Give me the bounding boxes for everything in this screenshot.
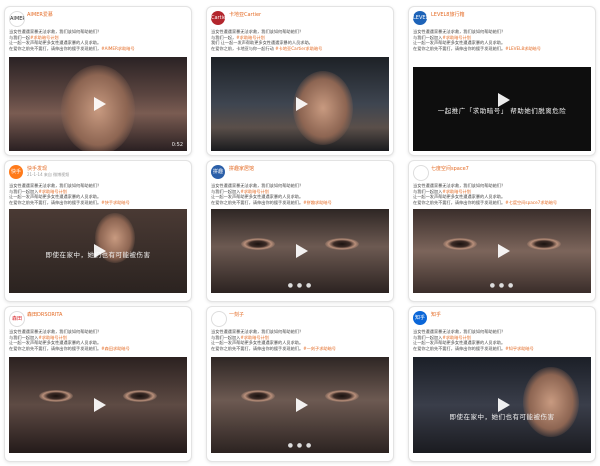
hashtag-link[interactable]: #知乎求助暗号	[505, 346, 534, 351]
post-line: 在爱你之前先不要打，请伸出你的援手发现她们。#快手求助暗号	[9, 199, 130, 205]
post-card-pinqu[interactable]: 拼趣 拼趣家居馆 当女性遭遇家暴无法求救，我们该如何帮助她们？ 与我们一起加入#…	[206, 160, 394, 302]
avatar[interactable]: 拼趣	[211, 165, 225, 179]
post-line: 在爱你之前，卡地亚与你一起行动 #卡地亚Cartier求助暗号	[211, 45, 323, 51]
username[interactable]: 拼趣家居馆	[229, 165, 254, 172]
hashtag-link[interactable]: #七度空间space7求助暗号	[505, 200, 557, 205]
video-player[interactable]	[9, 357, 187, 453]
hashtag-link[interactable]: #求助暗号计划	[442, 35, 471, 40]
avatar[interactable]	[413, 165, 429, 181]
username[interactable]: LEVEL8旅行箱	[431, 11, 465, 18]
video-progress-dots: ● ● ●	[287, 282, 313, 289]
post-header: AIMER AIMER爱慕	[9, 11, 187, 27]
post-text: 当女性遭遇家暴无法求救，我们该如何帮助她们？ 与我们一起#求助暗号计划 让一起一…	[9, 29, 187, 51]
post-card-space7[interactable]: 七度空间space7 当女性遭遇家暴无法求救，我们该如何帮助她们？ 与我们一起加…	[408, 160, 596, 302]
video-progress-dots: ● ● ●	[489, 282, 515, 289]
avatar[interactable]: LEVEL8	[413, 11, 427, 25]
username[interactable]: 卡地亚Cartier	[229, 11, 261, 18]
avatar[interactable]: 森田	[9, 311, 25, 327]
post-text: 当女性遭遇家暴无法求救，我们该如何帮助她们？ 与我们一起加入#求助暗号计划 让一…	[211, 329, 389, 351]
post-header: 森田 森田DRSORITA	[9, 311, 187, 327]
avatar[interactable]	[211, 311, 227, 327]
play-icon[interactable]	[94, 398, 106, 412]
post-text: 当女性遭遇家暴无法求救，我们该如何帮助她们？ 与我们一起加入#求助暗号计划 让一…	[413, 29, 591, 51]
hashtag-link[interactable]: #求助暗号计划	[30, 35, 59, 40]
post-line: 在爱你之前先不要打，请伸出你的援手发现她们，#AIMER求助暗号	[9, 45, 135, 51]
hashtag-link[interactable]: #拼趣求助暗号	[303, 200, 332, 205]
post-line: 在爱你之前先不要打，请伸出你的援手发现她们。#森田求助暗号	[9, 345, 130, 351]
post-text: 当女性遭遇家暴无法求救，我们该如何帮助她们？ 与我们一起加入#求助暗号计划 让一…	[9, 329, 187, 351]
post-line: 在爱你之前先不要打，请伸出你的援手发现她们。#七度空间space7求助暗号	[413, 199, 558, 205]
hashtag-link[interactable]: #LEVEL8求助暗号	[505, 46, 541, 51]
video-player[interactable]: ● ● ●	[211, 209, 389, 293]
post-card-aimer[interactable]: AIMER AIMER爱慕 当女性遭遇家暴无法求救，我们该如何帮助她们？ 与我们…	[4, 6, 192, 156]
post-line: 在爱你之前先不要打，请伸出你的援手发现她们。#一刻子求助暗号	[211, 345, 336, 351]
hashtag-link[interactable]: #求助暗号计划	[38, 189, 67, 194]
hashtag-link[interactable]: #求助暗号计划	[240, 335, 269, 340]
video-player[interactable]: 一起推广「求助暗号」 帮助她们脱离危险	[413, 67, 591, 151]
post-header: 快手 快手发现 21-1-14 来自 微博视频	[9, 165, 187, 181]
post-header: 一刻子	[211, 311, 389, 327]
username[interactable]: 森田DRSORITA	[27, 311, 62, 318]
post-header: LEVEL8 LEVEL8旅行箱	[413, 11, 591, 27]
hashtag-link[interactable]: #卡地亚Cartier求助暗号	[275, 46, 322, 51]
post-card-cartier[interactable]: Cartier 卡地亚Cartier 当女性遭遇家暴无法求救，我们该如何帮助她们…	[206, 6, 394, 156]
avatar[interactable]: 快手	[9, 165, 23, 179]
video-player[interactable]: 即使在家中，她们也有可能被伤害	[413, 357, 591, 453]
post-header: Cartier 卡地亚Cartier	[211, 11, 389, 27]
post-text: 当女性遭遇家暴无法求救，我们该如何帮助她们？ 与我们一起加入#求助暗号计划 让一…	[9, 183, 187, 205]
username[interactable]: 七度空间space7	[431, 165, 469, 172]
play-icon[interactable]	[498, 244, 510, 258]
play-icon[interactable]	[94, 97, 106, 111]
play-icon[interactable]	[296, 244, 308, 258]
hashtag-link[interactable]: #快手求助暗号	[101, 200, 130, 205]
play-icon[interactable]	[296, 398, 308, 412]
video-player[interactable]: ● ● ●	[413, 209, 591, 293]
hashtag-link[interactable]: #求助暗号计划	[442, 335, 471, 340]
video-player[interactable]: ● ● ●	[211, 357, 389, 453]
post-header: 知乎 知乎	[413, 311, 591, 327]
post-card-kuaishou[interactable]: 快手 快手发现 21-1-14 来自 微博视频 当女性遭遇家暴无法求救，我们该如…	[4, 160, 192, 302]
post-text: 当女性遭遇家暴无法求救，我们该如何帮助她们？ 与我们一起加入#求助暗号计划 让一…	[413, 329, 591, 351]
hashtag-link[interactable]: #求助暗号计划	[236, 35, 265, 40]
post-line: 在爱你之前先不要打，请伸出你的援手发现她们。#LEVEL8求助暗号	[413, 45, 541, 51]
hashtag-link[interactable]: #森田求助暗号	[101, 346, 130, 351]
avatar[interactable]: AIMER	[9, 11, 25, 27]
video-caption: 即使在家中，她们也有可能被伤害	[449, 413, 555, 421]
video-progress-dots: ● ● ●	[287, 442, 313, 449]
hashtag-link[interactable]: #AIMER求助暗号	[101, 46, 135, 51]
video-player[interactable]: 0:52	[9, 57, 187, 151]
post-text: 当女性遭遇家暴无法求救，我们该如何帮助她们？ 与我们一起加入#求助暗号计划 让一…	[413, 183, 591, 205]
video-player[interactable]: 即使在家中，她们也有可能被伤害	[9, 209, 187, 293]
hashtag-link[interactable]: #求助暗号计划	[38, 335, 67, 340]
username[interactable]: 快手发现	[27, 165, 47, 172]
video-frame-face	[523, 367, 579, 437]
post-line: 在爱你之前先不要打，请伸出你的援手发现她们。#拼趣求助暗号	[211, 199, 332, 205]
username[interactable]: AIMER爱慕	[27, 11, 53, 18]
username[interactable]: 一刻子	[229, 311, 244, 318]
play-icon[interactable]	[296, 97, 308, 111]
post-card-zhihu[interactable]: 知乎 知乎 当女性遭遇家暴无法求救，我们该如何帮助她们？ 与我们一起加入#求助暗…	[408, 306, 596, 462]
play-icon[interactable]	[498, 93, 510, 107]
hashtag-link[interactable]: #求助暗号计划	[240, 189, 269, 194]
post-card-yikezi[interactable]: 一刻子 当女性遭遇家暴无法求救，我们该如何帮助她们？ 与我们一起加入#求助暗号计…	[206, 306, 394, 462]
play-icon[interactable]	[94, 244, 106, 258]
post-text: 当女性遭遇家暴无法求救，我们该如何帮助她们？ 与我们一起加入#求助暗号计划 让一…	[211, 183, 389, 205]
post-header: 七度空间space7	[413, 165, 591, 181]
post-card-level8[interactable]: LEVEL8 LEVEL8旅行箱 当女性遭遇家暴无法求救，我们该如何帮助她们？ …	[408, 6, 596, 156]
post-card-sorita[interactable]: 森田 森田DRSORITA 当女性遭遇家暴无法求救，我们该如何帮助她们？ 与我们…	[4, 306, 192, 462]
post-meta: 21-1-14 来自 微博视频	[27, 172, 70, 177]
video-duration: 0:52	[171, 142, 183, 148]
avatar[interactable]: 知乎	[413, 311, 427, 325]
video-player[interactable]	[211, 57, 389, 151]
hashtag-link[interactable]: #一刻子求助暗号	[303, 346, 336, 351]
username[interactable]: 知乎	[431, 311, 441, 318]
post-line: 在爱你之前先不要打，请伸出你的援手发现她们。#知乎求助暗号	[413, 345, 534, 351]
play-icon[interactable]	[498, 398, 510, 412]
avatar[interactable]: Cartier	[211, 11, 225, 25]
post-text: 当女性遭遇家暴无法求救，我们该如何帮助她们？ 与我们一起，#求助暗号计划 我们 …	[211, 29, 389, 51]
post-header: 拼趣 拼趣家居馆	[211, 165, 389, 181]
hashtag-link[interactable]: #求助暗号计划	[442, 189, 471, 194]
